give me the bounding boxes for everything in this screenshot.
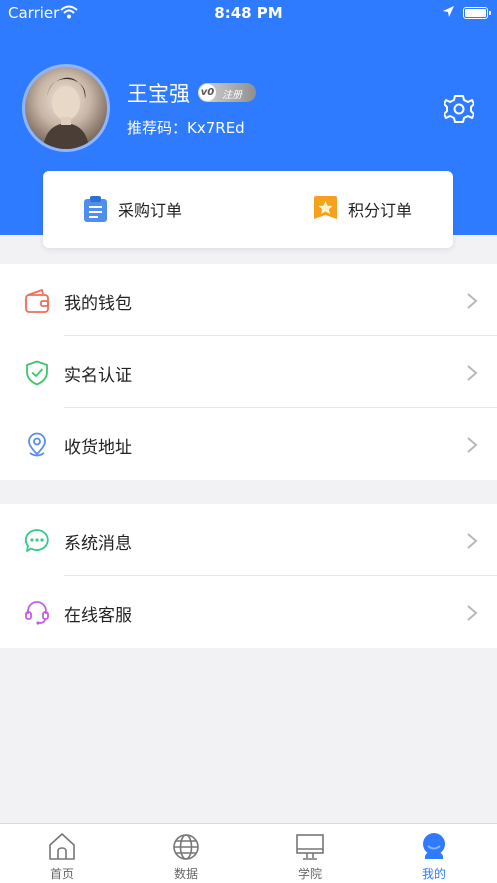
user-icon xyxy=(423,833,445,859)
menu-item-label: 收货地址 xyxy=(64,438,132,458)
status-time: 8:48 PM xyxy=(214,4,283,22)
chevron-right-icon xyxy=(467,437,478,453)
home-icon xyxy=(49,833,75,860)
tab-label: 数据 xyxy=(173,867,198,881)
avatar-portrait xyxy=(43,77,89,149)
vip-status: 注册 xyxy=(222,90,242,101)
referral-code: Kx7REd xyxy=(187,119,245,137)
chevron-right-icon xyxy=(467,605,478,621)
chevron-right-icon xyxy=(467,533,478,549)
purchase-order-button[interactable]: 采购订单 xyxy=(83,193,182,225)
purchase-order-label: 采购订单 xyxy=(118,201,183,220)
menu-item-label: 系统消息 xyxy=(64,534,132,554)
status-bar: Carrier 8:48 PM xyxy=(0,0,497,26)
tab-mine[interactable]: 我的 xyxy=(372,824,496,883)
tab-home[interactable]: 首页 xyxy=(0,824,124,883)
points-order-button[interactable]: 积分订单 xyxy=(313,193,412,225)
location-arrow-icon xyxy=(443,6,454,17)
clipboard-icon xyxy=(84,195,107,222)
battery-icon xyxy=(463,7,491,19)
gear-icon[interactable] xyxy=(444,94,474,124)
tab-academy[interactable]: 学院 xyxy=(248,824,372,883)
menu-item-messages[interactable]: 系统消息 xyxy=(0,504,497,576)
vip-badge: v0 注册 xyxy=(198,83,256,102)
menu-item-address[interactable]: 收货地址 xyxy=(0,408,497,480)
shield-check-icon xyxy=(26,360,48,386)
location-icon xyxy=(28,432,46,457)
referral-label: 推荐码： xyxy=(127,119,188,137)
avatar[interactable] xyxy=(22,64,110,152)
chevron-right-icon xyxy=(467,293,478,309)
account-menu-section: 我的钱包 实名认证 收货地址 xyxy=(0,264,497,480)
tab-label: 学院 xyxy=(297,867,322,881)
menu-item-verification[interactable]: 实名认证 xyxy=(0,336,497,408)
menu-item-label: 我的钱包 xyxy=(64,294,132,314)
service-menu-section: 系统消息 在线客服 xyxy=(0,504,497,648)
menu-item-support[interactable]: 在线客服 xyxy=(0,576,497,648)
menu-item-label: 实名认证 xyxy=(64,366,132,386)
headset-icon xyxy=(25,601,49,625)
tab-label: 我的 xyxy=(421,867,446,881)
menu-item-wallet[interactable]: 我的钱包 xyxy=(0,264,497,336)
wallet-icon xyxy=(25,289,49,313)
chat-bubble-icon xyxy=(24,529,49,552)
star-tag-icon xyxy=(314,195,337,219)
points-order-label: 积分订单 xyxy=(348,201,413,220)
menu-item-label: 在线客服 xyxy=(64,606,132,626)
order-card: 采购订单 积分订单 xyxy=(43,171,453,248)
tab-bar: 首页 数据 学院 我的 xyxy=(0,823,497,883)
tab-data[interactable]: 数据 xyxy=(124,824,248,883)
user-name: 王宝强 xyxy=(127,82,190,106)
monitor-icon xyxy=(296,834,324,860)
globe-icon xyxy=(173,834,199,860)
referral-code-row: 推荐码：Kx7REd xyxy=(127,117,245,138)
chevron-right-icon xyxy=(467,365,478,381)
tab-label: 首页 xyxy=(49,867,74,881)
vip-level: v0 xyxy=(199,84,216,101)
